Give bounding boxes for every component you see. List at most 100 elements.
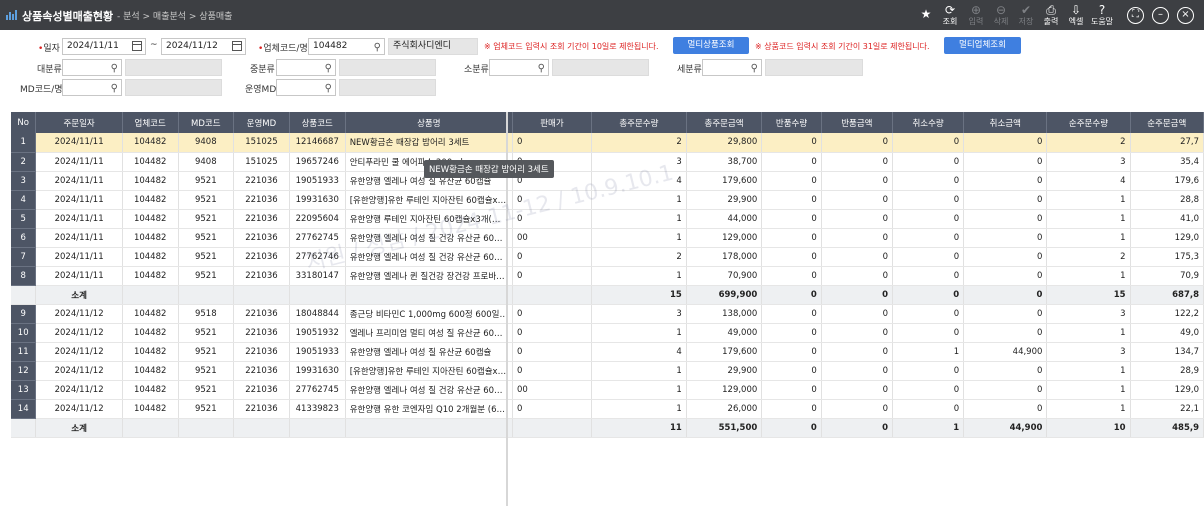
column-header[interactable]: No <box>11 112 37 133</box>
date-to-input[interactable]: 2024/11/12 <box>161 38 246 55</box>
cell-code[interactable]: 19051933 <box>289 171 346 191</box>
cell-amt[interactable]: 138,000 <box>686 304 763 324</box>
cell-md[interactable]: 9521 <box>178 266 235 286</box>
cell-qty[interactable]: 1 <box>591 361 687 381</box>
table-row[interactable]: 2 2024/11/11 104482 9408 151025 19657246 안티푸라민… <box>11 152 1204 172</box>
cell-qty[interactable]: 3 <box>591 304 687 324</box>
table-row[interactable]: 5 2024/11/11 104482 9521 221036 22095604 유한양행 … <box>11 209 1204 229</box>
cell-vendor[interactable] <box>122 285 179 305</box>
cell-name[interactable] <box>345 418 513 438</box>
cell-amt[interactable]: 29,900 <box>686 361 763 381</box>
cell-md[interactable]: 9408 <box>178 152 235 172</box>
cell-camt[interactable]: 0 <box>963 285 1048 305</box>
cell-date[interactable]: 2024/11/12 <box>35 342 123 362</box>
cell-qty[interactable]: 3 <box>591 152 687 172</box>
cell-rqty[interactable]: 0 <box>761 171 822 191</box>
cell-amt[interactable]: 70,900 <box>686 266 763 286</box>
cell-cqty[interactable]: 0 <box>892 133 965 153</box>
calendar-icon[interactable] <box>232 41 242 51</box>
cell-namt[interactable]: 28,8 <box>1130 190 1204 210</box>
cell-amt[interactable]: 49,000 <box>686 323 763 343</box>
cell-namt[interactable]: 129,0 <box>1130 380 1204 400</box>
cell-price[interactable]: 0 <box>512 209 592 229</box>
cell-camt[interactable]: 0 <box>963 171 1048 191</box>
cell-camt[interactable]: 0 <box>963 361 1048 381</box>
cell-namt[interactable]: 485,9 <box>1130 418 1204 438</box>
cell-nqty[interactable]: 1 <box>1046 266 1131 286</box>
cell-code[interactable]: 33180147 <box>289 266 346 286</box>
cell-opmd[interactable]: 221036 <box>233 342 290 362</box>
vendor-code-input[interactable]: 104482 ⚲ <box>308 38 385 55</box>
cell-camt[interactable]: 0 <box>963 323 1048 343</box>
column-header[interactable]: 상품명 <box>345 112 513 133</box>
search-button[interactable]: ⟳ 조회 <box>938 4 962 27</box>
cell-cqty[interactable]: 0 <box>892 171 965 191</box>
cell-qty[interactable]: 1 <box>591 323 687 343</box>
ops-md-input[interactable]: ⚲ <box>276 79 336 96</box>
insert-button[interactable]: ⊕ 입력 <box>964 4 988 27</box>
cell-camt[interactable]: 0 <box>963 399 1048 419</box>
column-header[interactable]: 취소금액 <box>963 112 1048 133</box>
cell-nqty[interactable]: 1 <box>1046 228 1131 248</box>
cell-md[interactable]: 9521 <box>178 399 235 419</box>
cell-ramt[interactable]: 0 <box>821 228 893 248</box>
cell-qty[interactable]: 1 <box>591 266 687 286</box>
cell-cqty[interactable]: 0 <box>892 323 965 343</box>
cell-amt[interactable]: 44,000 <box>686 209 763 229</box>
cell-cqty[interactable]: 0 <box>892 266 965 286</box>
cell-name[interactable]: 종근당 비타민C 1,000mg 600정 600일… <box>345 304 513 324</box>
column-header[interactable]: 총주문수량 <box>591 112 687 133</box>
search-icon[interactable]: ⚲ <box>751 61 758 76</box>
cell-opmd[interactable]: 221036 <box>233 190 290 210</box>
cell-ramt[interactable]: 0 <box>821 418 893 438</box>
cell-md[interactable]: 9408 <box>178 133 235 153</box>
cell-code[interactable] <box>289 418 346 438</box>
cell-code[interactable]: 19931630 <box>289 190 346 210</box>
cell-rqty[interactable]: 0 <box>761 190 822 210</box>
calendar-icon[interactable] <box>132 41 142 51</box>
cell-cqty[interactable]: 0 <box>892 209 965 229</box>
cell-qty[interactable]: 15 <box>591 285 687 305</box>
cell-opmd[interactable]: 221036 <box>233 266 290 286</box>
cell-opmd[interactable]: 221036 <box>233 361 290 381</box>
cell-qty[interactable]: 2 <box>591 247 687 267</box>
cell-cqty[interactable]: 0 <box>892 399 965 419</box>
column-header[interactable]: 업체코드 <box>122 112 179 133</box>
cell-rqty[interactable]: 0 <box>761 304 822 324</box>
cell-amt[interactable]: 129,000 <box>686 228 763 248</box>
cell-code[interactable]: 19657246 <box>289 152 346 172</box>
subtotal-row[interactable]: 소계 15 699,900 0 0 0 0 15 687,8 <box>11 285 1204 305</box>
cell-amt[interactable]: 699,900 <box>686 285 763 305</box>
close-icon[interactable]: × <box>1177 7 1194 24</box>
search-icon[interactable]: ⚲ <box>111 61 118 76</box>
cell-amt[interactable]: 179,600 <box>686 171 763 191</box>
cell-opmd[interactable]: 221036 <box>233 399 290 419</box>
cell-name[interactable]: 유한양행 유한 코엔자임 Q10 2개월분 (6… <box>345 399 513 419</box>
cell-price[interactable]: 0 <box>512 342 592 362</box>
table-row[interactable]: 12 2024/11/12 104482 9521 221036 19931630 [유한양… <box>11 361 1204 381</box>
cell-qty[interactable]: 1 <box>591 190 687 210</box>
cell-nqty[interactable]: 1 <box>1046 323 1131 343</box>
cell-opmd[interactable] <box>233 418 290 438</box>
cell-opmd[interactable]: 221036 <box>233 247 290 267</box>
cell-code[interactable]: 41339823 <box>289 399 346 419</box>
cell-nqty[interactable]: 1 <box>1046 399 1131 419</box>
cell-price[interactable] <box>512 418 592 438</box>
cell-amt[interactable]: 179,600 <box>686 342 763 362</box>
cell-rqty[interactable]: 0 <box>761 247 822 267</box>
cell-qty[interactable]: 1 <box>591 399 687 419</box>
table-row[interactable]: 11 2024/11/12 104482 9521 221036 19051933 유한양행… <box>11 342 1204 362</box>
cell-vendor[interactable]: 104482 <box>122 152 179 172</box>
detail-category-input[interactable]: ⚲ <box>702 59 762 76</box>
cell-price[interactable]: 0 <box>512 323 592 343</box>
cell-rqty[interactable]: 0 <box>761 380 822 400</box>
column-header[interactable]: 반품금액 <box>821 112 893 133</box>
cell-md[interactable] <box>178 285 235 305</box>
table-row[interactable]: 10 2024/11/12 104482 9521 221036 19051932 엘레나 … <box>11 323 1204 343</box>
cell-cqty[interactable]: 0 <box>892 190 965 210</box>
cell-cqty[interactable]: 0 <box>892 247 965 267</box>
cell-vendor[interactable]: 104482 <box>122 228 179 248</box>
cell-md[interactable]: 9521 <box>178 228 235 248</box>
cell-cqty[interactable]: 1 <box>892 342 965 362</box>
cell-namt[interactable]: 22,1 <box>1130 399 1204 419</box>
